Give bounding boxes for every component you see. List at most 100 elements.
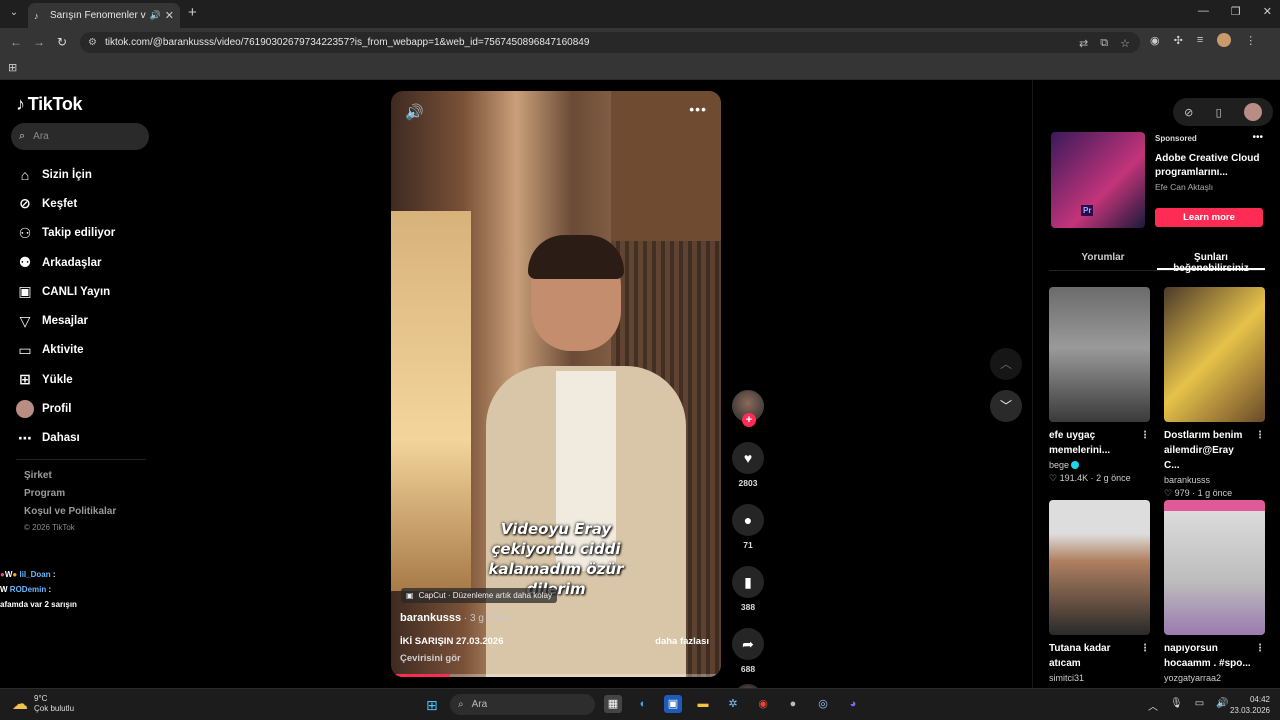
next-video-button[interactable]: ﹀	[990, 390, 1022, 422]
browser-profile-avatar[interactable]	[1217, 33, 1232, 47]
video-card-thumbnail[interactable]	[1049, 500, 1150, 635]
video-more-icon[interactable]: •••	[689, 101, 707, 117]
apps-grid-icon[interactable]: ⊞	[8, 61, 17, 74]
translate-link[interactable]: Çevirisini gör	[400, 653, 461, 664]
video-card-user[interactable]: bege	[1049, 460, 1150, 470]
browser-tab[interactable]: ♪ Sarışın Fenomenler ve Baranı 🔊 ✕	[28, 3, 180, 28]
task-view-icon[interactable]: ▦	[604, 695, 622, 713]
video-card[interactable]: Tutana kadar atıcam ⋮ simitci31	[1049, 500, 1150, 683]
sidebar-item-5[interactable]: ▽ Mesajlar	[16, 306, 115, 335]
tray-chevron-icon[interactable]: ︿	[1148, 698, 1158, 713]
device-icon[interactable]: ▯	[1216, 106, 1222, 119]
user-avatar[interactable]	[1243, 103, 1262, 121]
back-icon[interactable]: ←	[10, 35, 22, 49]
new-tab-icon[interactable]: +	[188, 5, 197, 21]
more-link[interactable]: daha fazlası	[655, 636, 709, 647]
weather-widget[interactable]: ☁ 9°C Çok bulutlu	[12, 694, 74, 714]
card-more-icon[interactable]: ⋮	[1255, 428, 1265, 443]
sidebar-item-3[interactable]: ⚉ Arkadaşlar	[16, 248, 115, 277]
bookmark-icon[interactable]: ▮	[732, 566, 764, 598]
video-card-user[interactable]: simitci31	[1049, 673, 1150, 683]
video-card[interactable]: napıyorsun hocaamm . #spo... ⋮ yozgatyarr…	[1164, 500, 1265, 683]
learn-more-button[interactable]: Learn more	[1155, 208, 1263, 227]
sidebar-item-0[interactable]: ⌂ Sizin İçin	[16, 160, 115, 189]
footer-link-program[interactable]: Program	[24, 488, 116, 506]
bookmark-star-icon[interactable]: ☆	[1120, 37, 1130, 50]
video-card-title[interactable]: Dostlarım benim ailemdir@Eray C... ⋮	[1164, 428, 1265, 473]
network-icon[interactable]: ▭	[1195, 698, 1204, 713]
creator-avatar[interactable]: +	[732, 390, 764, 427]
sidebar-item-2[interactable]: ⚇ Takip ediliyor	[16, 219, 116, 248]
media-controls-icon[interactable]: ≡	[1197, 34, 1203, 46]
tab-search-chevron-icon[interactable]: ⌄	[6, 5, 22, 21]
ad-more-icon[interactable]: •••	[1252, 132, 1263, 143]
tab-you-may-like[interactable]: Şunları beğenebilirsiniz	[1157, 245, 1265, 274]
chrome-icon[interactable]: ◉	[754, 695, 772, 713]
video-card-thumbnail[interactable]	[1164, 287, 1265, 422]
footer-link-terms[interactable]: Koşul ve Politikalar	[24, 506, 116, 524]
comment-action[interactable]: ● 71	[732, 504, 764, 550]
microphone-icon[interactable]: 🎙	[1170, 698, 1183, 713]
save-action[interactable]: ▮ 388	[732, 566, 764, 612]
windows-start-icon[interactable]: ⊞	[426, 697, 438, 714]
discord-icon[interactable]: ◕	[844, 695, 862, 713]
extensions-icon[interactable]: ✣	[1174, 34, 1183, 47]
minimize-icon[interactable]: —	[1198, 5, 1209, 18]
video-card-title[interactable]: efe uygaç memelerini... ⋮	[1049, 428, 1150, 458]
browser-menu-icon[interactable]: ⋮	[1245, 34, 1256, 47]
follow-plus-icon[interactable]: +	[742, 413, 756, 427]
comment-icon[interactable]: ●	[732, 504, 764, 536]
compass-tool-icon[interactable]: ⊘	[1184, 106, 1193, 119]
video-card-user[interactable]: barankusss	[1164, 475, 1265, 485]
tiktok-logo[interactable]: ♪ TikTok	[16, 94, 83, 115]
settings-app-icon[interactable]: ✲	[724, 695, 742, 713]
author-name[interactable]: barankusss	[400, 612, 461, 624]
maximize-icon[interactable]: ❐	[1231, 5, 1241, 18]
reload-icon[interactable]: ↻	[57, 35, 67, 49]
footer-link-company[interactable]: Şirket	[24, 470, 116, 488]
sponsored-ad[interactable]: Pr Sponsored ••• Adobe Creative Cloud pr…	[1051, 130, 1269, 230]
sidebar-item-1[interactable]: ⊘ Keşfet	[16, 189, 115, 218]
previous-video-button[interactable]: ︿	[990, 348, 1022, 380]
card-more-icon[interactable]: ⋮	[1140, 428, 1150, 443]
card-more-icon[interactable]: ⋮	[1140, 641, 1150, 656]
search-input[interactable]: ⌕ Ara	[11, 123, 149, 150]
video-card-thumbnail[interactable]	[1164, 500, 1265, 635]
share-icon[interactable]: ➦	[732, 628, 764, 660]
site-info-icon[interactable]: ⚙	[88, 37, 97, 48]
share-action[interactable]: ➦ 688	[732, 628, 764, 674]
sidebar-item-4[interactable]: ▣ CANLI Yayın	[16, 277, 115, 306]
address-bar[interactable]: ⚙ tiktok.com/@barankusss/video/761903026…	[80, 32, 1140, 53]
video-progress-bar[interactable]	[391, 674, 721, 677]
ad-title[interactable]: Adobe Creative Cloud programlarını...	[1155, 152, 1265, 180]
taskbar-search[interactable]: ⌕ Ara	[450, 694, 595, 715]
url-text[interactable]: tiktok.com/@barankusss/video/76190302679…	[105, 37, 589, 48]
video-card-title[interactable]: napıyorsun hocaamm . #spo... ⋮	[1164, 641, 1265, 671]
clock[interactable]: 04:42 23.03.2026	[1226, 694, 1270, 716]
store-icon[interactable]: ▣	[664, 695, 682, 713]
video-card-user[interactable]: yozgatyarraa2	[1164, 673, 1265, 683]
install-icon[interactable]: ⧉	[1100, 37, 1108, 50]
video-card-title[interactable]: Tutana kadar atıcam ⋮	[1049, 641, 1150, 671]
volume-icon[interactable]: 🔊	[405, 103, 424, 121]
steam-icon[interactable]: ◎	[814, 695, 832, 713]
app-icon[interactable]: ●	[784, 695, 802, 713]
video-player[interactable]: 🔊 ••• Videoyu Eray çekiyordu ciddi kalam…	[391, 91, 721, 677]
video-author[interactable]: barankusss · 3 g önce	[400, 612, 508, 624]
video-card-thumbnail[interactable]	[1049, 287, 1150, 422]
window-close-icon[interactable]: ✕	[1263, 5, 1272, 18]
sidebar-item-6[interactable]: ▭ Aktivite	[16, 336, 115, 365]
sidebar-item-9[interactable]: ⋯ Dahası	[16, 424, 115, 453]
video-card[interactable]: Dostlarım benim ailemdir@Eray C... ⋮ bara…	[1164, 287, 1265, 499]
tab-audio-icon[interactable]: 🔊	[150, 10, 161, 21]
file-explorer-icon[interactable]: ▬	[694, 695, 712, 713]
extension-cookie-icon[interactable]: ◉	[1150, 34, 1160, 47]
translate-icon[interactable]: ⇄	[1079, 37, 1088, 50]
sidebar-item-7[interactable]: ⊞ Yükle	[16, 365, 115, 394]
like-action[interactable]: ♥ 2803	[732, 442, 764, 488]
capcut-badge[interactable]: ▣ CapCut · Düzenleme artık daha kolay	[401, 588, 557, 603]
card-more-icon[interactable]: ⋮	[1255, 641, 1265, 656]
heart-icon[interactable]: ♥	[732, 442, 764, 474]
sidebar-item-8[interactable]: Profil	[16, 394, 115, 423]
tab-close-icon[interactable]: ✕	[165, 9, 174, 22]
